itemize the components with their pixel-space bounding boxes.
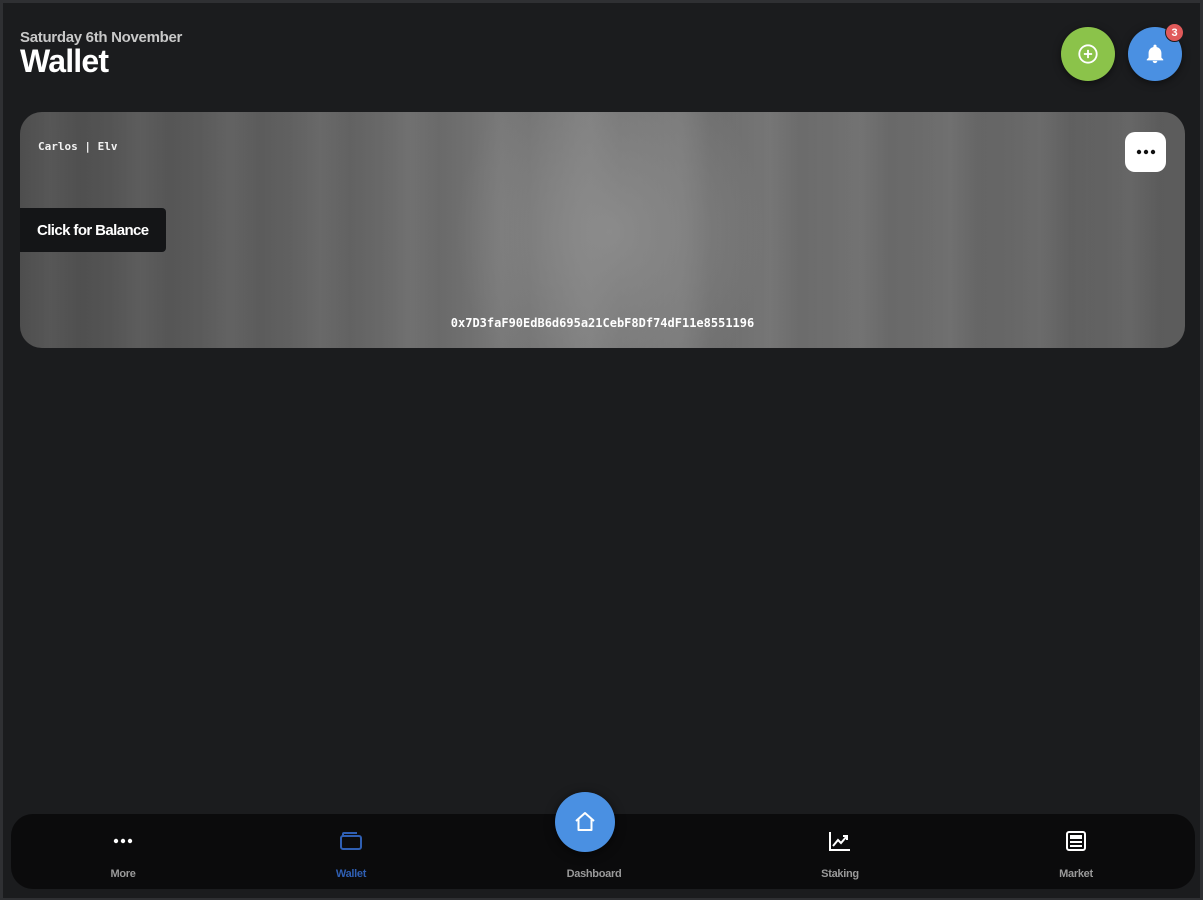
nav-label-more: More (110, 868, 136, 880)
app-frame: Saturday 6th November Wallet 3 Carlos | … (0, 0, 1203, 900)
nav-item-wallet[interactable]: Wallet (291, 814, 411, 889)
nav-label-dashboard: Dashboard (566, 868, 622, 880)
nav-item-more[interactable]: More (63, 814, 183, 889)
more-dots-icon (113, 838, 133, 844)
header-actions: 3 (1061, 23, 1184, 81)
nav-label-wallet: Wallet (335, 868, 367, 880)
nav-label-market: Market (1059, 868, 1093, 880)
page-title: Wallet (20, 43, 109, 79)
chart-line-icon (829, 832, 850, 851)
dashboard-home-button[interactable] (555, 792, 615, 852)
more-dots-icon (1136, 149, 1155, 155)
home-icon (575, 812, 595, 831)
nav-item-market[interactable]: Market (1016, 814, 1136, 889)
card-options-button[interactable] (1125, 132, 1166, 172)
wallet-icon (340, 832, 362, 850)
page-header: Saturday 6th November Wallet (20, 29, 182, 77)
nav-item-staking[interactable]: Staking (780, 814, 900, 889)
show-balance-button[interactable]: Click for Balance (20, 208, 166, 252)
wallet-address: 0x7D3faF90EdB6d695a21CebF8Df74dF11e85511… (450, 316, 755, 330)
nav-label-staking: Staking (821, 868, 859, 880)
add-wallet-button[interactable] (1061, 27, 1115, 81)
wallet-owner-label: Carlos | Elv (38, 140, 118, 153)
notification-badge: 3 (1165, 23, 1184, 42)
bell-icon (1146, 44, 1164, 64)
plus-circle-icon (1078, 44, 1098, 64)
newspaper-icon (1066, 831, 1086, 851)
notifications-button[interactable]: 3 (1128, 23, 1184, 81)
wallet-card[interactable]: Carlos | Elv Click for Balance 0x7D3faF9… (20, 112, 1185, 348)
